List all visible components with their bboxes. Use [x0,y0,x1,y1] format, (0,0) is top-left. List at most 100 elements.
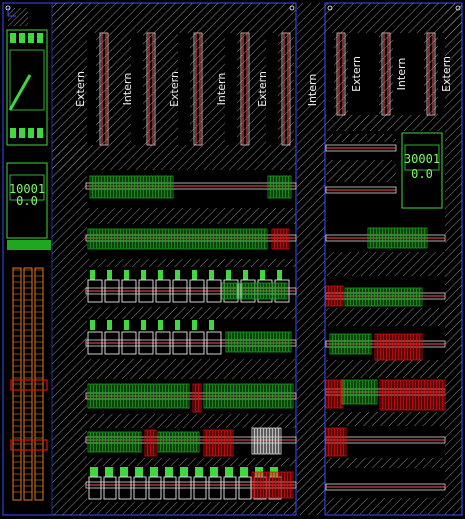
r-row4-terminal [404,287,408,307]
row1-terminal [155,175,159,199]
row6-terminal [87,431,91,453]
row6-terminal-b [175,431,179,453]
top-horizontal-duct [52,3,296,33]
row6-terminal-white [275,427,279,455]
r-duct8 [326,498,446,514]
row6-terminal-b [193,431,197,453]
r-row4-terminal [416,287,420,307]
r-row4-terminal [398,287,402,307]
row2-terminal [102,228,106,250]
row2-terminal [105,228,109,250]
row2-terminal [165,228,169,250]
row4-terminal [243,331,247,353]
row6-terminal-b [169,431,173,453]
row6-terminal-b [163,431,167,453]
row2-terminal [108,228,112,250]
row2-terminal [264,228,268,250]
r-row7-terminal-red [343,427,347,457]
r-row4-terminal [362,287,366,307]
right-vertical-rail-2-hatch [424,33,438,115]
row2-terminal [216,228,220,250]
row2-terminal [204,228,208,250]
relay-30001-number: 30001 [404,152,440,166]
r-row7-terminal-red [331,427,335,457]
row6-terminal-b [178,431,182,453]
row2-terminal-red [283,228,287,250]
row4-terminal [246,331,250,353]
row7-fuse-top [105,467,113,477]
row3-fuse-top [141,270,146,280]
row2-terminal [144,228,148,250]
row2-terminal [186,228,190,250]
row1-terminal [92,175,96,199]
left-duct-gap-3 [252,33,266,145]
row1-terminal [152,175,156,199]
row2-terminal [252,228,256,250]
breaker-terminal-top [28,33,34,43]
row1-terminal [110,175,114,199]
row2-terminal [228,228,232,250]
row1-terminal [146,175,150,199]
row6-terminal [135,431,139,453]
row2-terminal [174,228,178,250]
row2-terminal [93,228,97,250]
row2-terminal [237,228,241,250]
row4-terminal [231,331,235,353]
row1-terminal [125,175,129,199]
row1-terminal-b [270,175,274,199]
left-vertical-rail-3-hatch [237,33,253,145]
row7-fuse-top [120,467,128,477]
row4-terminal [255,331,259,353]
row4-terminal [240,331,244,353]
row6-terminal-b [184,431,188,453]
row6-terminal [129,431,133,453]
row2-terminal [189,228,193,250]
row5-terminal-red [198,383,202,413]
r-row4-terminal [386,287,390,307]
row1-terminal-b [279,175,283,199]
r-row7-terminal-red [337,427,341,457]
left-vertical-rail-0-hatch [96,33,112,145]
row6-terminal [114,431,118,453]
row4-fuse-top [90,320,95,330]
breaker-terminal-bottom [37,128,43,138]
row2-terminal [111,228,115,250]
row2-terminal [246,228,250,250]
row1-terminal [98,175,102,199]
row4-fuse-top [107,320,112,330]
row7-fuse-top [240,467,248,477]
row6-terminal-b [196,431,200,453]
row1-terminal [149,175,153,199]
r-row4-terminal [419,287,423,307]
main-breaker-lever [8,74,32,111]
row4-terminal [276,331,280,353]
r-row7-terminal-red [334,427,338,457]
row3-fuse-top [107,270,112,280]
row2-terminal [213,228,217,250]
row6-terminal-b [190,431,194,453]
row2-terminal [249,228,253,250]
row1-terminal [134,175,138,199]
row2-terminal [156,228,160,250]
row6-terminal [102,431,106,453]
row1-terminal [128,175,132,199]
red-marker [10,379,48,391]
row4-terminal [285,331,289,353]
row4-fuse-top [209,320,214,330]
row6-terminal-b [157,431,161,453]
r-row4-terminal [395,287,399,307]
r-row4-terminal [350,287,354,307]
row3-fuse-top [158,270,163,280]
row2-terminal [87,228,91,250]
breaker-terminal-bottom [28,128,34,138]
row1-terminal [158,175,162,199]
row2-terminal [234,228,238,250]
row1-terminal [104,175,108,199]
row2-terminal [231,228,235,250]
row2-terminal [177,228,181,250]
r-row4-terminal [413,287,417,307]
row4-terminal [282,331,286,353]
row2-terminal [219,228,223,250]
row6-terminal-b [187,431,191,453]
row1-terminal-b [276,175,280,199]
